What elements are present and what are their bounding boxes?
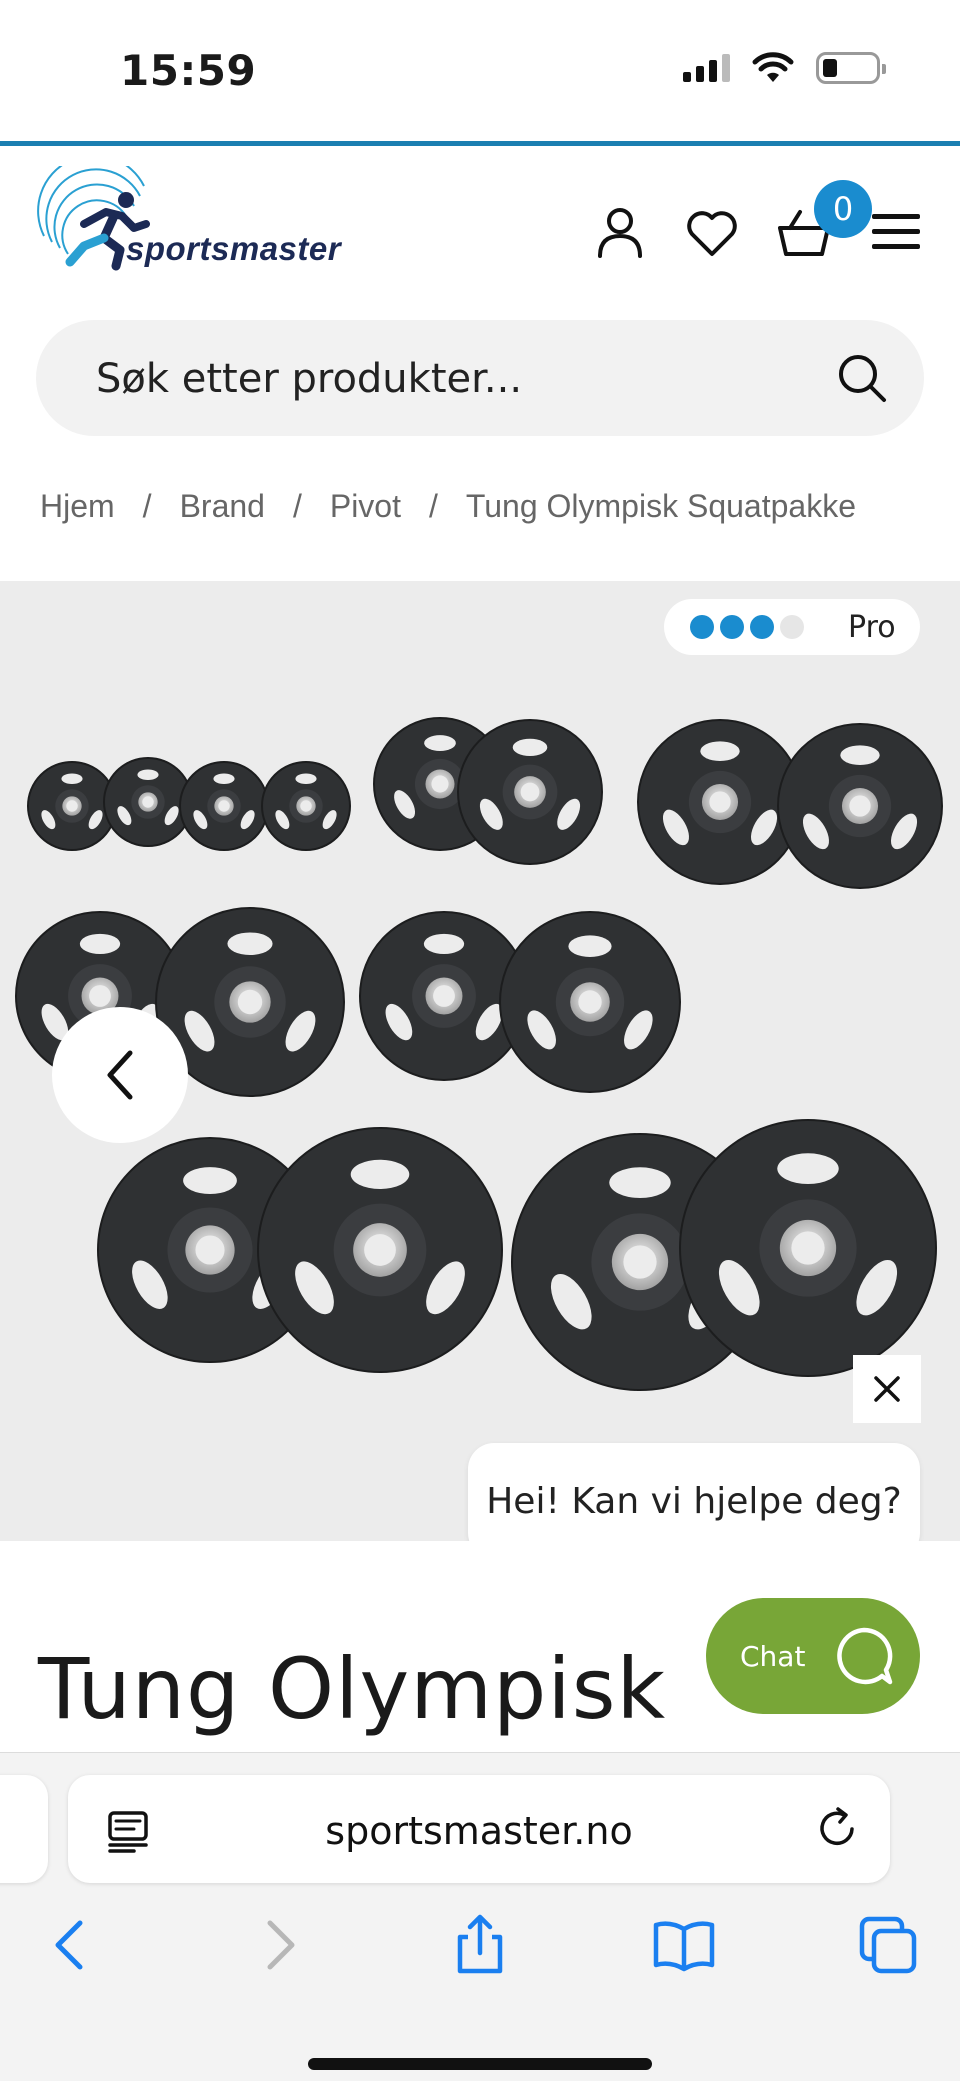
- forward-icon[interactable]: [246, 1913, 310, 1977]
- breadcrumb-separator: /: [292, 488, 302, 524]
- previous-tab-preview[interactable]: [0, 1775, 48, 1883]
- site-header: sportsmaster 0: [0, 146, 960, 316]
- chat-button-label: Chat: [740, 1639, 806, 1673]
- search-icon[interactable]: [836, 352, 888, 404]
- bookmarks-icon[interactable]: [652, 1913, 716, 1977]
- chat-bubble-icon: [837, 1627, 893, 1685]
- cart-button[interactable]: 0: [776, 180, 872, 260]
- cart-count-badge: 0: [814, 180, 872, 238]
- product-title: Tung Olympisk: [38, 1640, 667, 1738]
- breadcrumb-separator: /: [428, 488, 438, 524]
- chat-close-button[interactable]: [853, 1355, 921, 1423]
- breadcrumb-pivot[interactable]: Pivot: [330, 488, 401, 525]
- sportsmaster-logo[interactable]: sportsmaster: [34, 154, 404, 276]
- close-icon: [874, 1376, 900, 1402]
- share-icon[interactable]: [448, 1913, 512, 1977]
- weight-plate: [457, 719, 603, 865]
- account-icon[interactable]: [592, 204, 648, 260]
- browser-toolbar: sportsmaster.no: [0, 1752, 960, 2081]
- level-dot: [690, 615, 714, 639]
- status-time: 15:59: [120, 46, 257, 95]
- url-text: sportsmaster.no: [325, 1809, 633, 1853]
- pro-label: Pro: [848, 609, 896, 645]
- breadcrumb: Hjem / Brand / Pivot / Tung Olympisk Squ…: [40, 488, 856, 525]
- weight-plate: [27, 761, 117, 851]
- status-icons: [683, 52, 886, 84]
- gallery-prev-button[interactable]: [52, 1007, 188, 1143]
- logo-text: sportsmaster: [126, 230, 342, 267]
- breadcrumb-home[interactable]: Hjem: [40, 488, 115, 525]
- browser-nav: [0, 1913, 960, 1993]
- status-bar: 15:59: [0, 0, 960, 140]
- search-input[interactable]: Søk etter produkter...: [36, 320, 924, 436]
- home-indicator: [308, 2058, 652, 2070]
- breadcrumb-current: Tung Olympisk Squatpakke: [465, 488, 856, 524]
- cellular-signal-icon: [683, 54, 730, 82]
- chat-greeting-bubble[interactable]: Hei! Kan vi hjelpe deg?: [468, 1443, 920, 1541]
- search-placeholder: Søk etter produkter...: [96, 356, 523, 402]
- weight-plate: [679, 1119, 937, 1377]
- product-image-gallery[interactable]: Pro Hei! Kan vi hjelpe deg?: [0, 581, 960, 1541]
- breadcrumb-separator: /: [142, 488, 152, 524]
- pro-badge: Pro: [664, 599, 920, 655]
- chevron-left-icon: [107, 1050, 133, 1100]
- weight-plate: [777, 723, 943, 889]
- level-dot: [720, 615, 744, 639]
- weight-plate: [261, 761, 351, 851]
- breadcrumb-brand[interactable]: Brand: [180, 488, 265, 525]
- level-dot: [750, 615, 774, 639]
- weight-plate: [499, 911, 681, 1093]
- weight-plate: [103, 757, 193, 847]
- tabs-icon[interactable]: [856, 1913, 920, 1977]
- weight-plate: [257, 1127, 503, 1373]
- reload-icon[interactable]: [814, 1805, 860, 1851]
- chat-button[interactable]: Chat: [706, 1598, 920, 1714]
- battery-icon: [816, 52, 886, 84]
- wifi-icon: [752, 52, 794, 82]
- address-bar[interactable]: sportsmaster.no: [68, 1775, 890, 1883]
- weight-plate: [179, 761, 269, 851]
- heart-icon[interactable]: [684, 204, 740, 260]
- level-dot: [780, 615, 804, 639]
- header-actions: 0: [592, 180, 924, 260]
- back-icon[interactable]: [40, 1913, 104, 1977]
- menu-icon[interactable]: [868, 204, 924, 260]
